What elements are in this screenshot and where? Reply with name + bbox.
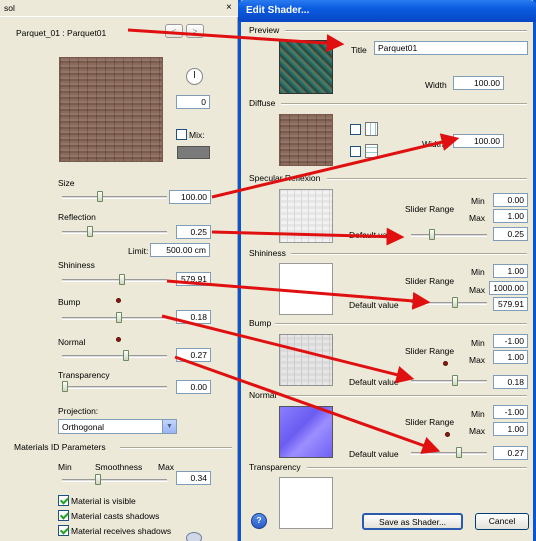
arrow-material-name <box>127 28 345 53</box>
arrow-bump <box>161 314 415 384</box>
arrow-size <box>211 133 460 199</box>
annotation-arrows <box>127 28 460 454</box>
arrow-shininess <box>166 279 431 310</box>
arrow-normal <box>174 355 441 454</box>
arrow-reflection <box>211 227 405 246</box>
